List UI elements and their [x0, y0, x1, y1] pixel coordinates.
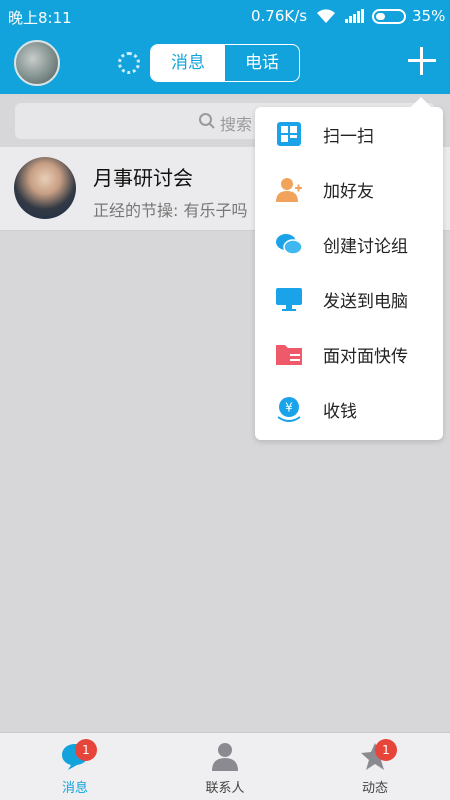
status-bar: 晚上8:11 0.76K/s 35% — [0, 0, 450, 32]
plus-icon[interactable] — [406, 45, 438, 77]
search-placeholder: 搜索 — [220, 115, 253, 134]
menu-item-face-transfer[interactable]: 面对面快传 — [255, 327, 443, 382]
signal-icon — [345, 9, 364, 23]
menu-item-create-group[interactable]: 创建讨论组 — [255, 217, 443, 272]
menu-label: 创建讨论组 — [323, 237, 408, 257]
tab-calls[interactable]: 电话 — [225, 45, 299, 81]
menu-item-scan[interactable]: 扫一扫 — [255, 107, 443, 162]
menu-label: 扫一扫 — [323, 127, 374, 147]
user-avatar[interactable] — [14, 40, 60, 86]
menu-label: 发送到电脑 — [323, 292, 408, 312]
search-icon — [199, 113, 215, 129]
network-speed: 0.76K/s — [251, 7, 308, 25]
add-popup-menu: 扫一扫 加好友 创建讨论组 发送到电脑 面对面快传 ¥ 收钱 — [255, 97, 443, 440]
person-icon — [212, 743, 238, 771]
menu-label: 收钱 — [323, 402, 357, 422]
wifi-icon — [317, 9, 335, 23]
bottom-nav: 1 消息 联系人 1 动态 — [0, 732, 450, 800]
computer-icon — [276, 288, 302, 311]
tab-messages[interactable]: 消息 — [151, 45, 225, 81]
nav-label: 消息 — [61, 781, 88, 796]
menu-item-send-to-pc[interactable]: 发送到电脑 — [255, 272, 443, 327]
chat-name: 月事研讨会 — [93, 166, 193, 190]
nav-label: 联系人 — [205, 781, 245, 796]
nav-badge: 1 — [75, 739, 97, 761]
add-friend-icon — [276, 178, 302, 202]
status-time: 晚上8:11 — [8, 9, 72, 27]
nav-feed[interactable]: 1 动态 — [320, 733, 430, 800]
app-header: 消息 电话 — [0, 32, 450, 94]
group-chat-icon — [276, 234, 303, 255]
loading-spinner-icon — [118, 52, 140, 74]
chat-avatar — [14, 157, 76, 219]
battery-percent: 35% — [412, 7, 446, 25]
svg-text:¥: ¥ — [285, 401, 293, 415]
menu-item-add-friend[interactable]: 加好友 — [255, 162, 443, 217]
menu-item-collect-money[interactable]: ¥ 收钱 — [255, 382, 443, 437]
nav-contacts[interactable]: 联系人 — [170, 733, 280, 800]
scan-icon — [277, 122, 301, 146]
menu-label: 加好友 — [323, 182, 374, 202]
chat-preview: 正经的节操: 有乐子吗 — [93, 201, 248, 220]
nav-messages[interactable]: 1 消息 — [20, 733, 130, 800]
nav-badge: 1 — [375, 739, 397, 761]
battery-icon — [372, 9, 406, 24]
yuan-icon: ¥ — [277, 397, 301, 422]
nav-label: 动态 — [361, 781, 388, 796]
menu-label: 面对面快传 — [323, 347, 408, 367]
message-call-switch: 消息 电话 — [150, 44, 300, 82]
folder-transfer-icon — [276, 345, 302, 365]
